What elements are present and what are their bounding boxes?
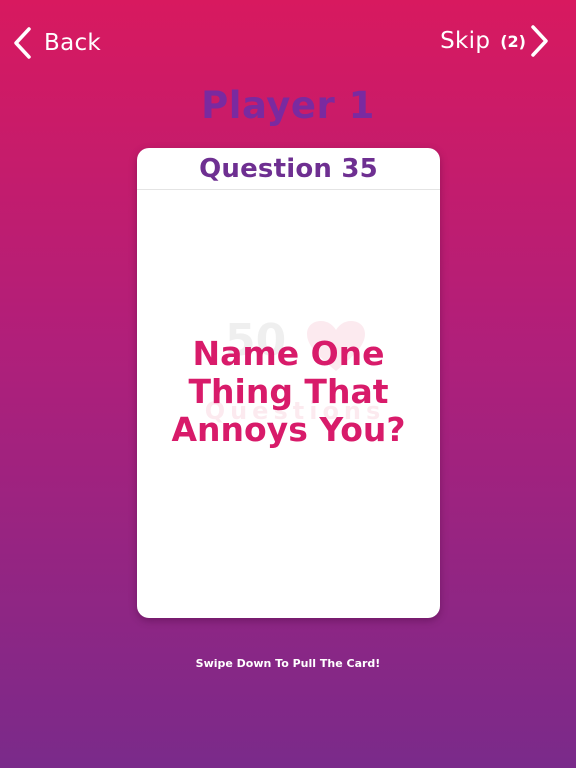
player-name: Player 1 [201, 84, 375, 127]
top-bar: Back Skip (2) [0, 0, 576, 80]
skip-count-badge: (2) [500, 31, 526, 51]
skip-label: Skip [440, 28, 491, 54]
chevron-left-icon [14, 27, 31, 59]
card-body: 50 Questions Name One Thing That Annoys … [137, 190, 440, 618]
chevron-right-icon [531, 25, 548, 57]
back-label: Back [44, 30, 102, 56]
question-card[interactable]: Question 35 50 Questions Name One Thing … [137, 148, 440, 618]
skip-button[interactable]: Skip (2) [440, 24, 550, 58]
question-text: Name One Thing That Annoys You? [171, 334, 406, 449]
card-header: Question 35 [137, 148, 440, 190]
back-button[interactable]: Back [12, 26, 101, 60]
swipe-hint: Swipe Down To Pull The Card! [195, 657, 381, 670]
question-number: Question 35 [199, 153, 378, 184]
